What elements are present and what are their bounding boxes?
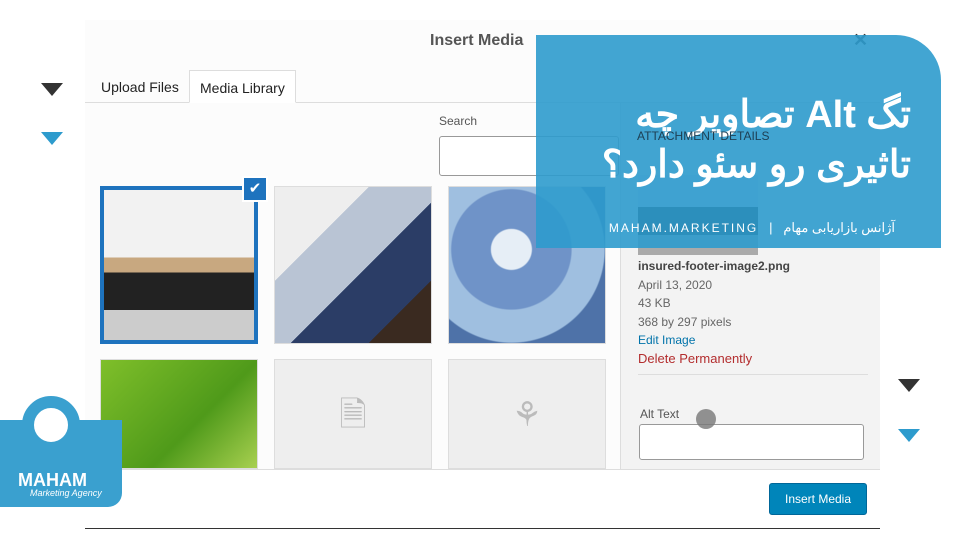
hand-icon: ⚘ (511, 396, 543, 434)
brand-en: MAHAM.MARKETING (608, 221, 759, 235)
media-item-selected[interactable] (100, 186, 258, 344)
logo-tagline: Marketing Agency (30, 488, 102, 498)
brand-separator: | (769, 220, 773, 235)
logo-mark-icon (22, 396, 80, 454)
media-item[interactable] (274, 186, 432, 344)
alt-text-input[interactable] (639, 424, 864, 460)
insert-media-button[interactable]: Insert Media (769, 483, 867, 515)
upload-date: April 13, 2020 (638, 278, 713, 292)
file-size: 43 KB (638, 296, 671, 310)
dialog-footer: Insert Media (85, 469, 880, 530)
delete-permanently-link[interactable]: Delete Permanently (638, 351, 752, 366)
triangle-down-icon (898, 429, 920, 442)
tab-upload-files[interactable]: Upload Files (91, 70, 189, 103)
dimensions: 368 by 297 pixels (638, 315, 732, 329)
cursor-indicator (696, 409, 716, 429)
media-item[interactable] (100, 359, 258, 469)
divider (638, 374, 868, 375)
media-item-file[interactable]: ⚘ (448, 359, 606, 469)
tab-media-library[interactable]: Media Library (189, 70, 296, 103)
brand-fa: آژانس بازاریابی مهام (783, 220, 895, 235)
triangle-down-icon (41, 132, 63, 145)
attachment-heading: ATTACHMENT DETAILS (637, 129, 770, 143)
filename: insured-footer-image2.png (638, 259, 791, 273)
search-label: Search (439, 114, 478, 128)
divider (85, 528, 880, 529)
banner-brand: آژانس بازاریابی مهام | MAHAM.MARKETING (609, 220, 895, 236)
alt-text-label: Alt Text (640, 407, 680, 421)
triangle-down-icon (898, 379, 920, 392)
media-item-document[interactable]: 🗎 (274, 359, 432, 469)
triangle-down-icon (41, 83, 63, 96)
document-icon: 🗎 (339, 396, 367, 434)
dialog-title: Insert Media (430, 32, 524, 49)
title-line-2: تاثیری رو سئو دارد؟ (601, 144, 911, 186)
check-icon[interactable]: ✔ (242, 176, 268, 202)
edit-image-link[interactable]: Edit Image (638, 333, 695, 347)
